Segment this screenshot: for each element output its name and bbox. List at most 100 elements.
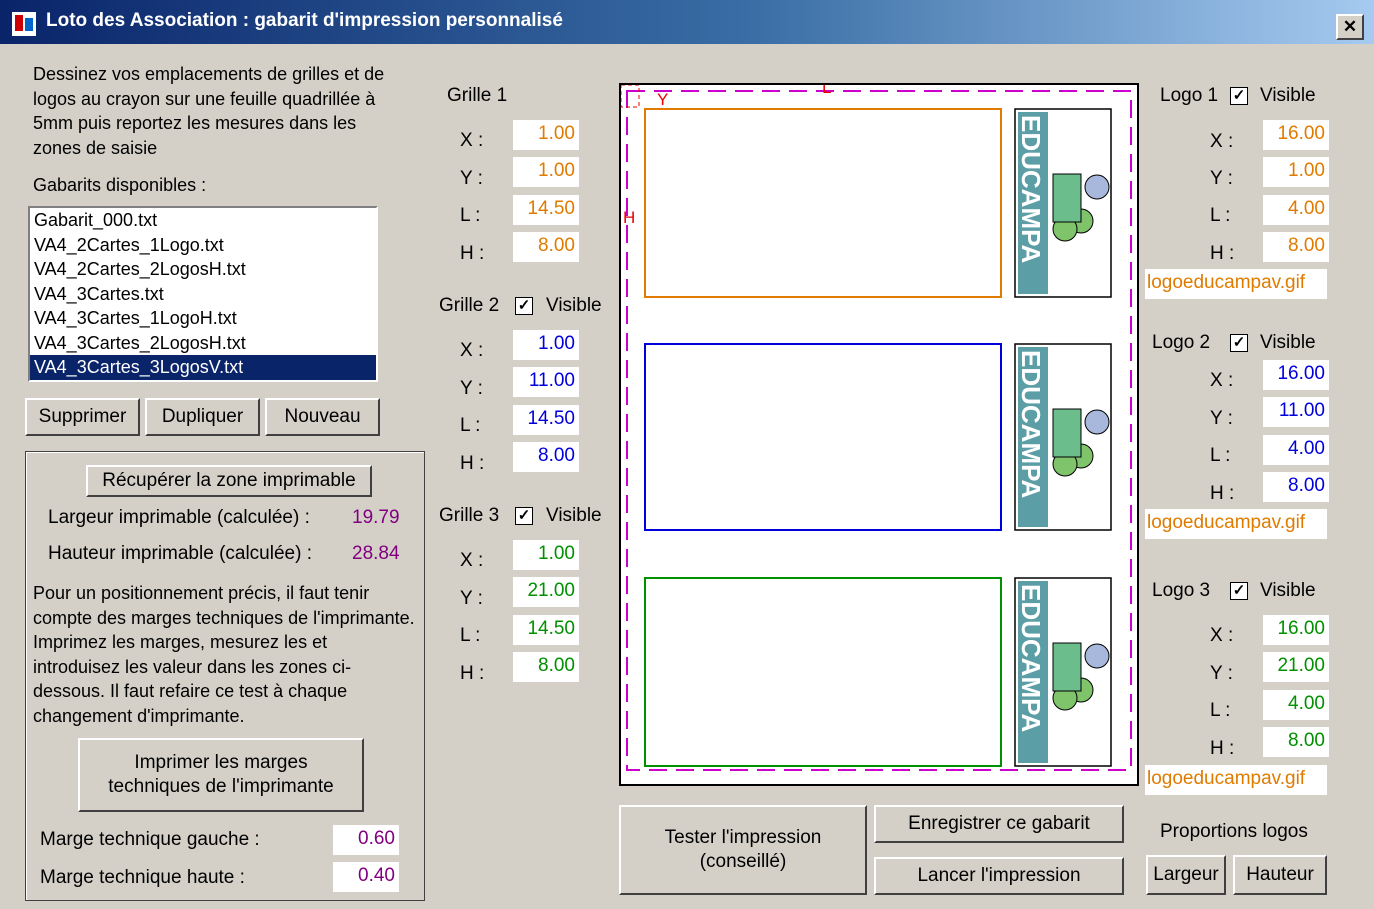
- printable-height-label: Hauteur imprimable (calculée) :: [48, 543, 312, 564]
- grid-1-h-field[interactable]: 8.00: [513, 232, 579, 262]
- logo-1-x-field[interactable]: 16.00: [1263, 120, 1329, 150]
- logo-1-file-field[interactable]: logoeducampav.gif: [1145, 269, 1327, 299]
- list-item-selected[interactable]: VA4_3Cartes_3LogosV.txt: [30, 355, 376, 380]
- logo-3-file-field[interactable]: logoeducampav.gif: [1145, 765, 1327, 795]
- app-icon: [12, 12, 36, 36]
- grid-2-l-field[interactable]: 14.50: [513, 405, 579, 435]
- logo-3-y-label: Y :: [1210, 663, 1233, 684]
- page-preview: Y L H EDUCAMPA EDUCAMPA EDUCAMPA: [619, 78, 1139, 786]
- list-item[interactable]: VA4_3Cartes.txt: [30, 282, 376, 307]
- logo-2-visible-checkbox[interactable]: ✓: [1230, 334, 1248, 352]
- grid-1-rect: [644, 108, 1002, 298]
- grid-3-rect: [644, 577, 1002, 767]
- preview-canvas: Y L H EDUCAMPA EDUCAMPA EDUCAMPA: [620, 78, 1132, 771]
- delete-button[interactable]: Supprimer: [25, 398, 140, 436]
- logo-2-visible-label: Visible: [1260, 332, 1316, 353]
- grid-3-visible-label: Visible: [546, 505, 602, 526]
- grid-1-l-field[interactable]: 14.50: [513, 195, 579, 225]
- grid-3-x-field[interactable]: 1.00: [513, 540, 579, 570]
- list-item[interactable]: VA4_2Cartes_1Logo.txt: [30, 233, 376, 258]
- test-print-button[interactable]: Tester l'impression (conseillé): [619, 805, 867, 895]
- logo-1-x-label: X :: [1210, 131, 1234, 152]
- grid-3-y-field[interactable]: 21.00: [513, 577, 579, 607]
- grid-1-y-label: Y :: [460, 168, 483, 189]
- retrieve-printable-zone-button[interactable]: Récupérer la zone imprimable: [86, 465, 372, 497]
- logo-3-l-field[interactable]: 4.00: [1263, 690, 1329, 720]
- logo-3-h-field[interactable]: 8.00: [1263, 727, 1329, 757]
- grid-1-x-field[interactable]: 1.00: [513, 120, 579, 150]
- left-margin-label: Marge technique gauche :: [40, 829, 260, 850]
- logo-2-title: Logo 2: [1152, 332, 1211, 353]
- grid-3-l-label: L :: [460, 625, 481, 646]
- logo-1-h-field[interactable]: 8.00: [1263, 232, 1329, 262]
- width-button[interactable]: Largeur: [1146, 855, 1226, 895]
- logo-3-title: Logo 3: [1152, 580, 1211, 601]
- grid-3-x-label: X :: [460, 550, 484, 571]
- grid-3-title: Grille 3: [439, 505, 500, 526]
- logo-1-visible-checkbox[interactable]: ✓: [1230, 87, 1248, 105]
- launch-print-button[interactable]: Lancer l'impression: [874, 857, 1124, 895]
- logo-2-h-field[interactable]: 8.00: [1263, 472, 1329, 502]
- grid-2-y-field[interactable]: 11.00: [513, 367, 579, 397]
- list-item[interactable]: Gabarit_000.txt: [30, 208, 376, 233]
- grid-3-visible-checkbox[interactable]: ✓: [515, 507, 533, 525]
- logo-2-l-field[interactable]: 4.00: [1263, 435, 1329, 465]
- logo-3-l-label: L :: [1210, 700, 1231, 721]
- logo-3-visible-label: Visible: [1260, 580, 1316, 601]
- print-margins-button[interactable]: Imprimer les marges techniques de l'impr…: [78, 738, 364, 812]
- printable-height-value: 28.84: [352, 543, 400, 564]
- logo-1-y-label: Y :: [1210, 168, 1233, 189]
- new-button[interactable]: Nouveau: [265, 398, 380, 436]
- instructions-text: Dessinez vos emplacements de grilles et …: [33, 64, 385, 158]
- printable-width-label: Largeur imprimable (calculée) :: [48, 507, 310, 528]
- grid-2-h-field[interactable]: 8.00: [513, 442, 579, 472]
- logo-3-y-field[interactable]: 21.00: [1263, 652, 1329, 682]
- logo-1-h-label: H :: [1210, 243, 1235, 264]
- templates-listbox[interactable]: Gabarit_000.txt VA4_2Cartes_1Logo.txt VA…: [28, 206, 378, 382]
- list-item[interactable]: VA4_2Cartes_2LogosH.txt: [30, 257, 376, 282]
- grid-2-visible-checkbox[interactable]: ✓: [515, 297, 533, 315]
- margins-note: Pour un positionnement précis, il faut t…: [33, 583, 415, 726]
- top-margin-field[interactable]: 0.40: [333, 862, 399, 892]
- logo-3-text: EDUCAMPA: [1016, 584, 1046, 733]
- templates-label: Gabarits disponibles :: [33, 175, 207, 195]
- logo-2-l-label: L :: [1210, 445, 1231, 466]
- grid-1-l-label: L :: [460, 205, 481, 226]
- grid-3-l-field[interactable]: 14.50: [513, 615, 579, 645]
- logo-1-l-field[interactable]: 4.00: [1263, 195, 1329, 225]
- logo-2-h-label: H :: [1210, 483, 1235, 504]
- logo-3-visible-checkbox[interactable]: ✓: [1230, 582, 1248, 600]
- logo-2-preview: EDUCAMPA: [1014, 343, 1112, 531]
- logo-3-x-label: X :: [1210, 625, 1234, 646]
- logo-proportions-label: Proportions logos: [1160, 821, 1308, 842]
- grid-2-l-label: L :: [460, 415, 481, 436]
- duplicate-button[interactable]: Dupliquer: [145, 398, 260, 436]
- grid-3-h-field[interactable]: 8.00: [513, 652, 579, 682]
- list-item[interactable]: VA4_3Cartes_1LogoH.txt: [30, 306, 376, 331]
- grid-3-h-label: H :: [460, 663, 485, 684]
- close-button[interactable]: ✕: [1336, 14, 1364, 40]
- left-margin-field[interactable]: 0.60: [333, 825, 399, 855]
- grid-1-y-field[interactable]: 1.00: [513, 157, 579, 187]
- grid-2-x-field[interactable]: 1.00: [513, 330, 579, 360]
- save-template-button[interactable]: Enregistrer ce gabarit: [874, 805, 1124, 843]
- y-marker: Y: [657, 90, 668, 109]
- l-marker: L: [822, 85, 831, 97]
- logo-3-preview: EDUCAMPA: [1014, 577, 1112, 767]
- logo-1-l-label: L :: [1210, 205, 1231, 226]
- logo-1-text: EDUCAMPA: [1016, 115, 1046, 264]
- height-button[interactable]: Hauteur: [1233, 855, 1327, 895]
- logo-3-x-field[interactable]: 16.00: [1263, 615, 1329, 645]
- window-title: Loto des Association : gabarit d'impress…: [46, 10, 563, 31]
- logo-1-visible-label: Visible: [1260, 85, 1316, 106]
- grid-1-x-label: X :: [460, 130, 484, 151]
- logo-2-file-field[interactable]: logoeducampav.gif: [1145, 509, 1327, 539]
- list-item[interactable]: VA4_3Cartes_2LogosH.txt: [30, 331, 376, 356]
- margin-corner-marker: [620, 84, 640, 108]
- logo-2-y-field[interactable]: 11.00: [1263, 397, 1329, 427]
- logo-2-x-field[interactable]: 16.00: [1263, 360, 1329, 390]
- grid-1-title: Grille 1: [447, 85, 508, 106]
- grid-2-x-label: X :: [460, 340, 484, 361]
- logo-1-y-field[interactable]: 1.00: [1263, 157, 1329, 187]
- grid-3-y-label: Y :: [460, 588, 483, 609]
